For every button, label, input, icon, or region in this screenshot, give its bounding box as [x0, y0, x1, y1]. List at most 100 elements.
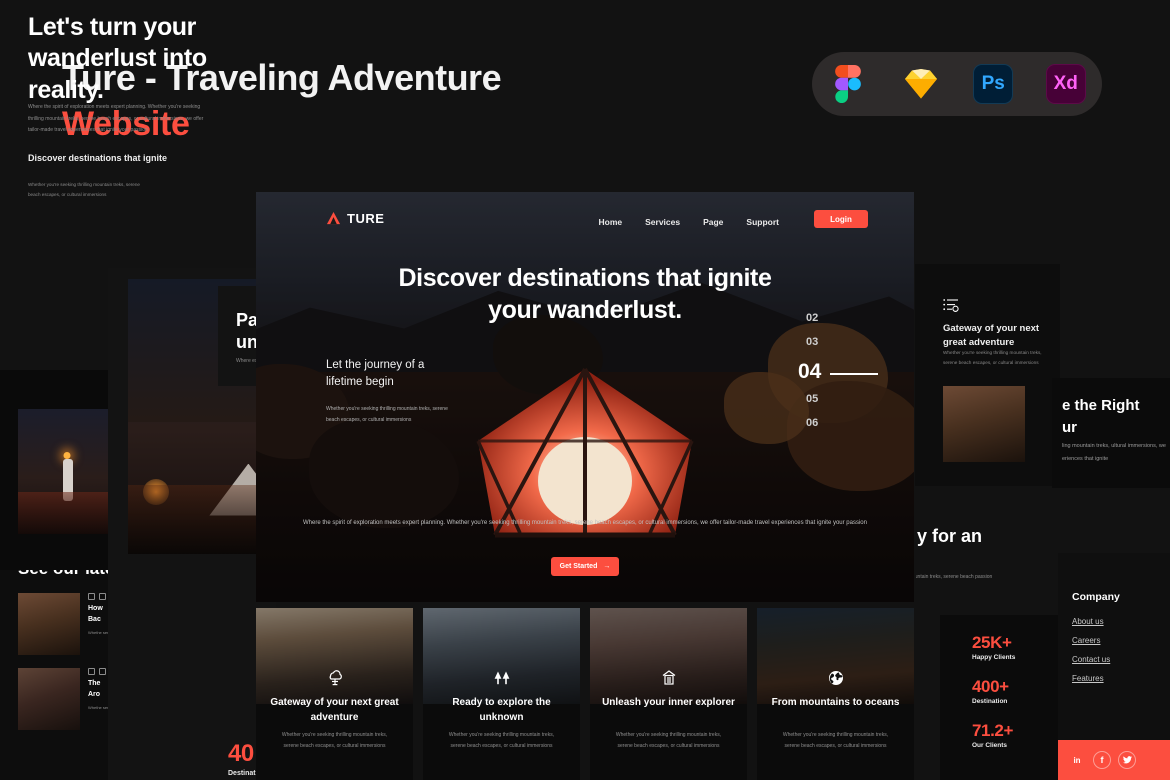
company-link-contact[interactable]: Contact us	[1072, 655, 1110, 664]
slide-active-bar	[830, 373, 878, 375]
tour-panel-heading-line2: ur	[1062, 419, 1077, 436]
feature-card-text: Whether you're seeking thrilling mountai…	[782, 732, 889, 749]
wanderlust-copy: Let's turn your wanderlust into reality.…	[0, 0, 207, 205]
gateway-panel-text: Whether you're seeking thrilling mountai…	[943, 350, 1042, 365]
ready-panel: ly for an ountain treks, serene beach pa…	[916, 500, 1061, 615]
slide-number-05[interactable]: 05	[774, 393, 894, 405]
feature-card[interactable]: From mountains to oceans Whether you're …	[757, 608, 914, 780]
social-bar: in f	[1058, 740, 1170, 780]
twitter-icon[interactable]	[1118, 751, 1136, 769]
tag-icon	[88, 593, 95, 600]
ready-panel-heading: ly for an	[916, 526, 983, 546]
slide-number-04-label: 04	[798, 360, 822, 383]
feature-card-text: Whether you're seeking thrilling mountai…	[281, 732, 388, 749]
stat-number: 71.2+	[972, 721, 1014, 740]
slide-number-03[interactable]: 03	[774, 336, 894, 348]
tent-logo-icon	[326, 211, 341, 226]
nav-item-support[interactable]: Support	[746, 217, 779, 227]
calendar-icon	[99, 593, 106, 600]
preview-stage: Ture - Traveling Adventure Website Ps Xd	[0, 0, 1170, 780]
logo[interactable]: TURE	[326, 211, 384, 226]
hero-footer-paragraph: Where the spirit of exploration meets ex…	[303, 519, 867, 526]
nav-item-services[interactable]: Services	[645, 217, 680, 227]
feature-card-photo	[590, 608, 747, 704]
feature-card-text: Whether you're seeking thrilling mountai…	[615, 732, 722, 749]
tour-panel: e the Right ur ling mountain treks, ultu…	[1052, 378, 1170, 488]
wanderlust-paragraph: Where the spirit of exploration meets ex…	[28, 104, 204, 133]
photoshop-icon: Ps	[973, 64, 1014, 104]
calendar-icon	[99, 668, 106, 675]
feature-card-photo	[423, 608, 580, 704]
stat-number: 25K+	[972, 633, 1012, 652]
hero-navbar: TURE Home Services Page Support Login	[256, 192, 914, 254]
ready-panel-text: ountain treks, serene beach passion	[916, 574, 993, 580]
slide-number-02[interactable]: 02	[774, 312, 894, 324]
hero-left-paragraph: Whether you're seeking thrilling mountai…	[326, 406, 448, 424]
company-link-about[interactable]: About us	[1072, 617, 1104, 626]
hero-left-heading: Let the journey of a lifetime begin	[326, 359, 425, 388]
feature-card-photo	[757, 608, 914, 704]
wanderlust-subparagraph: Whether you're seeking thrilling mountai…	[28, 182, 140, 197]
list-settings-icon	[943, 298, 959, 312]
feature-card[interactable]: Gateway of your next great adventure Whe…	[256, 608, 413, 780]
feature-card-text: Whether you're seeking thrilling mountai…	[448, 732, 555, 749]
feature-card[interactable]: Unleash your inner explorer Whether you'…	[590, 608, 747, 780]
company-panel-heading: Company	[1072, 591, 1120, 603]
hero-slide-indicator: 02 03 04 05 06	[774, 312, 894, 441]
hero-headline-line1: Discover destinations that ignite	[398, 264, 772, 292]
nav-item-page[interactable]: Page	[703, 217, 723, 227]
feature-card[interactable]: Ready to explore the unknown Whether you…	[423, 608, 580, 780]
blog-thumbnail	[18, 593, 80, 655]
wanderlust-heading: Let's turn your wanderlust into reality.	[28, 13, 207, 104]
app-badges: Ps Xd	[812, 52, 1102, 116]
stat-label: Our Clients	[972, 742, 1008, 749]
pack-panel-heading-line2: un	[236, 332, 258, 352]
sketch-icon	[901, 64, 941, 104]
nav-item-home[interactable]: Home	[598, 217, 622, 227]
feature-card-title: Gateway of your next great adventure	[270, 697, 399, 723]
logo-text: TURE	[347, 211, 385, 226]
stat-label: Happy Clients	[972, 654, 1016, 661]
stat-item: 25K+ Happy Clients	[972, 633, 1015, 661]
hero-left-block: Let the journey of a lifetime begin Whet…	[326, 357, 451, 426]
globe-icon	[826, 668, 846, 688]
tour-panel-text: ling mountain treks, ultural immersions,…	[1062, 443, 1166, 462]
forest-icon	[492, 668, 512, 688]
night-lantern-photo	[18, 409, 116, 534]
company-link-features[interactable]: Features	[1072, 674, 1104, 683]
feature-card-title: Ready to explore the unknown	[452, 697, 551, 723]
stats-panel: 25K+ Happy Clients 400+ Destination 71.2…	[940, 615, 1070, 780]
get-started-label: Get Started	[559, 563, 598, 570]
login-button[interactable]: Login	[814, 210, 868, 228]
blog-thumbnail	[18, 668, 80, 730]
feature-cards: Gateway of your next great adventure Whe…	[256, 608, 914, 780]
feature-card-title: Unleash your inner explorer	[602, 697, 735, 708]
stat-label: Destination	[972, 698, 1008, 705]
stat-item: 400+ Destination	[972, 677, 1009, 705]
hero-nav-links: Home Services Page Support	[598, 217, 779, 227]
company-link-careers[interactable]: Careers	[1072, 636, 1100, 645]
stat-item: 71.2+ Our Clients	[972, 721, 1013, 749]
slide-number-04-active[interactable]: 04	[774, 360, 894, 384]
gateway-panel: Gateway of your next great adventure Whe…	[915, 264, 1060, 486]
get-started-button[interactable]: Get Started →	[551, 557, 619, 576]
pack-panel-heading-line1: Pa	[236, 310, 259, 330]
arrow-right-icon: →	[603, 563, 611, 570]
wanderlust-subheading: Discover destinations that ignite	[28, 153, 168, 163]
xd-icon: Xd	[1045, 64, 1086, 104]
tour-panel-heading-line1: e the Right	[1062, 397, 1140, 414]
feature-card-photo	[256, 608, 413, 704]
feature-card-title: From mountains to oceans	[771, 697, 900, 708]
tree-icon	[325, 668, 345, 688]
monument-icon	[659, 668, 679, 688]
company-panel: Company About us Careers Contact us Feat…	[1058, 553, 1170, 780]
figma-icon	[828, 64, 868, 104]
tag-icon	[88, 668, 95, 675]
linkedin-icon[interactable]: in	[1068, 751, 1086, 769]
gateway-panel-heading: Gateway of your next great adventure	[943, 323, 1040, 348]
facebook-icon[interactable]: f	[1093, 751, 1111, 769]
gateway-panel-photo	[943, 386, 1025, 462]
stat-number: 400+	[972, 677, 1009, 696]
slide-number-06: 06	[806, 417, 819, 429]
hero-mock: TURE Home Services Page Support Login Di…	[256, 192, 914, 602]
